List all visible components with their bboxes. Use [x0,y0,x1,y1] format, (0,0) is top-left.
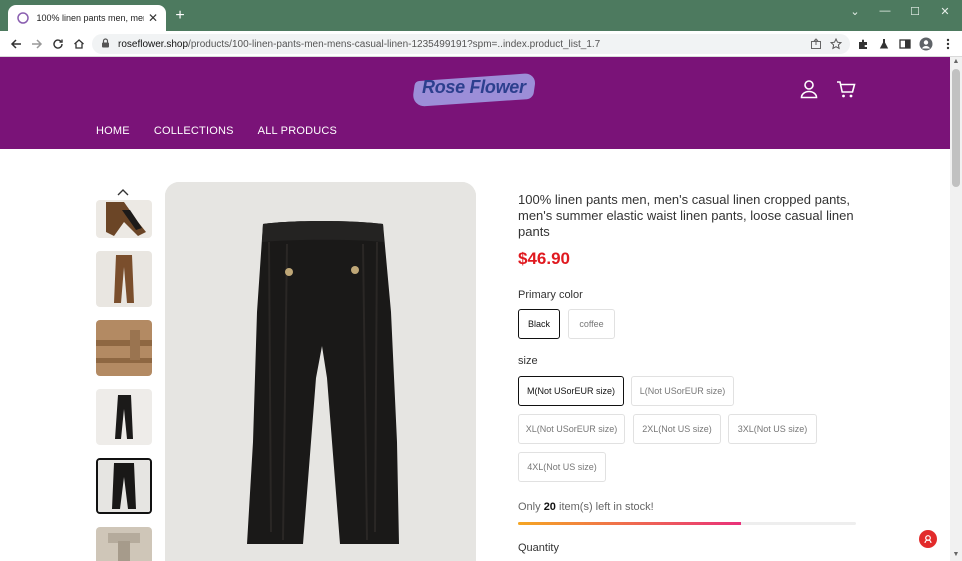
main-product-image[interactable] [165,182,476,561]
minimize-icon[interactable]: — [870,0,900,22]
browser-menu-icon[interactable] [940,36,956,52]
scroll-up-arrow-icon[interactable]: ▲ [950,57,962,67]
thumbnail-image[interactable] [96,389,152,445]
logo-text: Rose Flower [422,77,526,97]
lab-flask-icon[interactable] [876,36,892,52]
product-title: 100% linen pants men, men's casual linen… [518,192,854,239]
address-bar-row: roseflower.shop/products/100-linen-pants… [0,31,962,57]
size-option-3xl[interactable]: 3XL(Not US size) [728,414,817,444]
nav-home[interactable]: HOME [96,125,130,137]
thumbnail-image[interactable] [96,251,152,307]
bookmark-star-icon[interactable] [828,36,844,52]
stock-suffix: item(s) left in stock! [555,501,654,513]
size-label: size [518,355,538,367]
tab-search-icon[interactable]: ⌄ [840,0,870,22]
size-option-2xl[interactable]: 2XL(Not US size) [633,414,721,444]
browser-tab-bar: 100% linen pants men, men's casual ✕ + ⌄… [0,0,962,31]
page-scrollbar[interactable]: ▲ ▼ [950,57,962,561]
size-option-4xl[interactable]: 4XL(Not US size) [518,452,606,482]
thumbnail-image[interactable] [96,527,152,561]
thumbnail-list [96,182,152,561]
home-icon[interactable] [71,36,87,52]
lock-icon[interactable] [101,35,110,53]
url-path: /products/100-linen-pants-men-mens-casua… [188,38,601,50]
scroll-down-arrow-icon[interactable]: ▼ [950,550,962,560]
thumbnail-image-selected[interactable] [96,458,152,514]
forward-icon[interactable] [29,36,45,52]
extensions-icon[interactable] [855,36,871,52]
url-field[interactable]: roseflower.shop/products/100-linen-pants… [92,34,850,54]
account-icon[interactable] [798,78,820,100]
site-favicon-icon [16,11,29,25]
tab-close-icon[interactable]: ✕ [148,12,158,24]
stock-count: 20 [543,501,556,513]
stock-progress-bar [518,522,856,525]
maximize-icon[interactable]: ☐ [900,0,930,22]
chat-support-icon[interactable] [919,530,937,548]
profile-avatar-icon[interactable] [918,36,934,52]
window-close-icon[interactable]: ✕ [930,0,960,22]
size-option-l[interactable]: L(Not USorEUR size) [631,376,734,406]
stock-prefix: Only [518,501,544,513]
size-option-xl[interactable]: XL(Not USorEUR size) [518,414,625,444]
stock-message: Only 20 item(s) left in stock! [518,501,654,513]
site-header: Rose Flower HOME COLLECTIONS ALL PRODUCS [0,57,950,149]
main-nav: HOME COLLECTIONS ALL PRODUCS [96,125,337,137]
new-tab-icon[interactable]: + [172,8,188,24]
thumbnail-image[interactable] [96,320,152,376]
color-option-black[interactable]: Black [518,309,560,339]
back-icon[interactable] [8,36,24,52]
thumbnail-image[interactable] [96,200,152,238]
nav-all-products[interactable]: ALL PRODUCS [258,125,337,137]
product-price: $46.90 [518,249,570,268]
stock-progress-fill [518,522,742,525]
scrollbar-thumb[interactable] [952,69,960,187]
site-logo[interactable]: Rose Flower [411,72,538,109]
sidebar-icon[interactable] [897,36,913,52]
cart-icon[interactable] [835,78,857,100]
tab-title: 100% linen pants men, men's casual [36,13,144,23]
primary-color-label: Primary color [518,289,583,301]
reload-icon[interactable] [50,36,66,52]
size-option-m[interactable]: M(Not USorEUR size) [518,376,624,406]
color-option-coffee[interactable]: coffee [568,309,615,339]
nav-collections[interactable]: COLLECTIONS [154,125,234,137]
quantity-label: Quantity [518,542,559,554]
url-domain: roseflower.shop [118,38,189,50]
browser-tab[interactable]: 100% linen pants men, men's casual ✕ [8,5,166,31]
share-icon[interactable] [808,36,824,52]
